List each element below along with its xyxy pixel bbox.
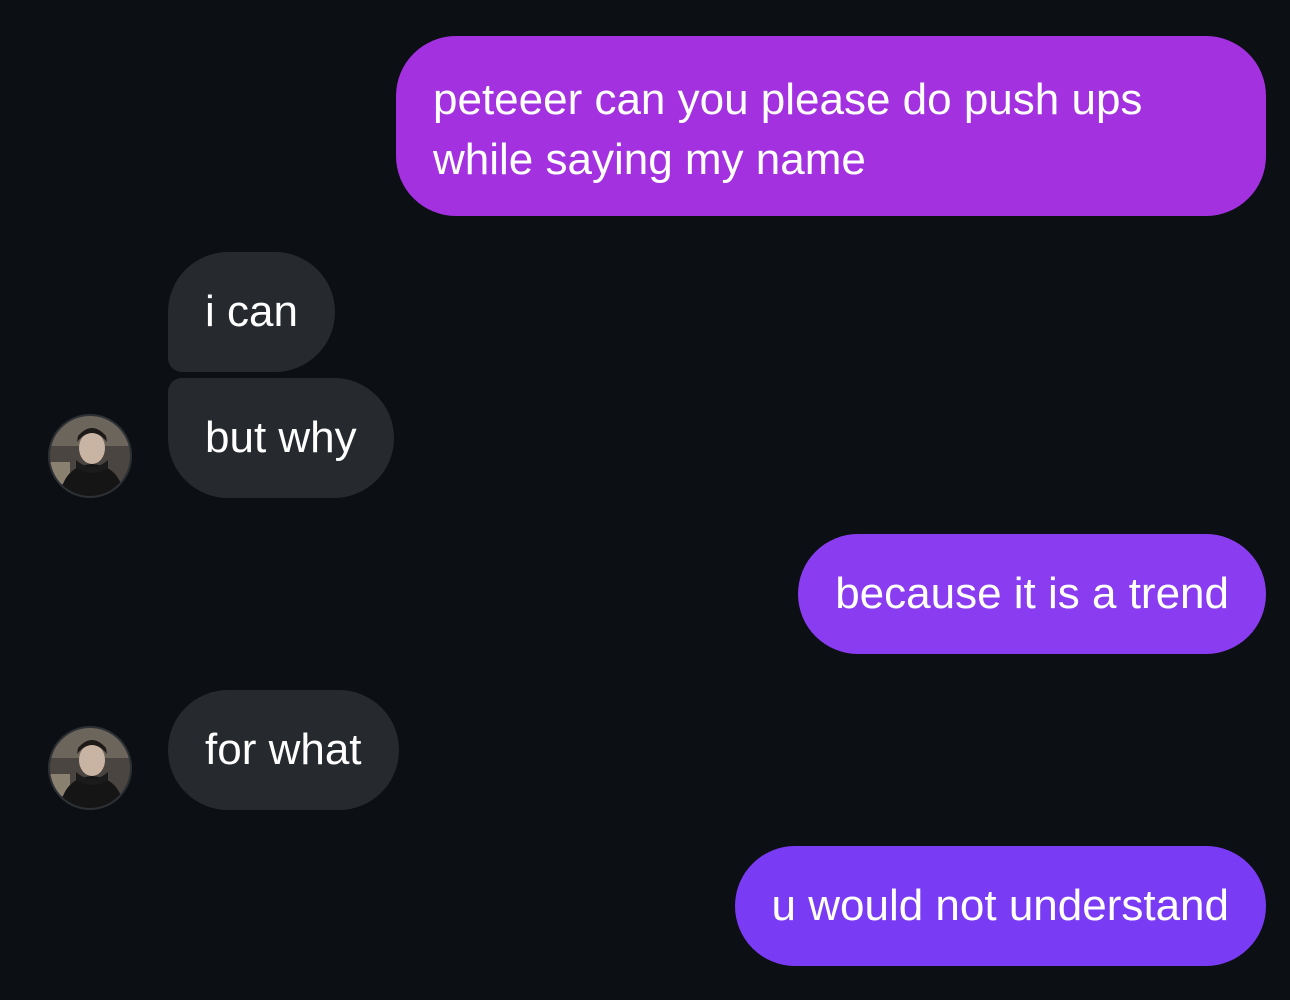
contact-avatar[interactable] <box>48 414 132 498</box>
incoming-message-bubble[interactable]: but why <box>168 378 394 498</box>
outgoing-message-bubble[interactable]: peteeer can you please do push ups while… <box>396 36 1266 216</box>
outgoing-message-bubble[interactable]: u would not understand <box>734 846 1266 966</box>
message-text: i can <box>205 287 298 336</box>
profile-photo-icon <box>50 728 130 808</box>
profile-photo-icon <box>50 416 130 496</box>
message-text: u would not understand <box>771 881 1229 930</box>
contact-avatar[interactable] <box>48 726 132 810</box>
incoming-message-bubble[interactable]: i can <box>168 252 335 372</box>
message-text: peteeer can you please do push ups while… <box>433 75 1143 184</box>
incoming-message-bubble[interactable]: for what <box>168 690 399 810</box>
message-text: because it is a trend <box>835 569 1229 618</box>
message-text: for what <box>205 725 362 774</box>
outgoing-message-bubble[interactable]: because it is a trend <box>798 534 1266 654</box>
message-text: but why <box>205 413 357 462</box>
chat-thread: peteeer can you please do push ups while… <box>0 0 1290 1000</box>
